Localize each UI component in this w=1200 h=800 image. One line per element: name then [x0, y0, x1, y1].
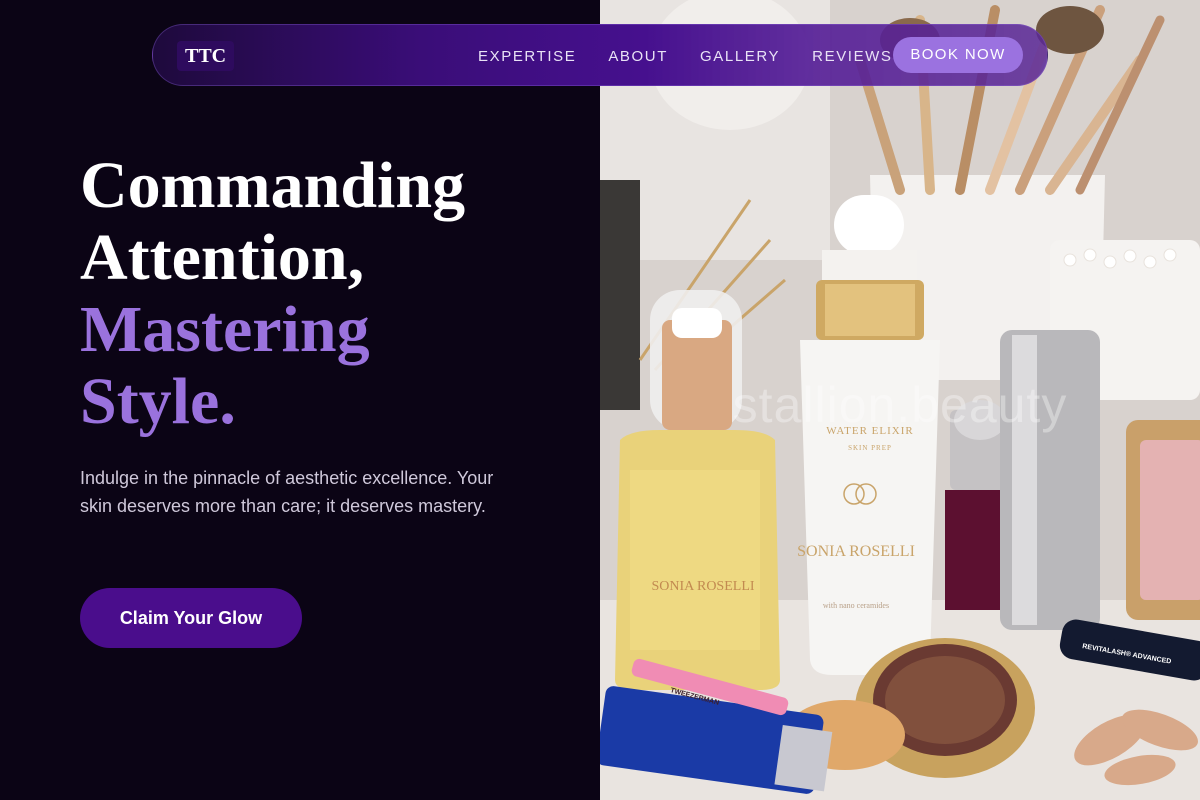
nav-link-expertise[interactable]: EXPERTISE: [478, 48, 576, 65]
headline-line-1: Commanding: [80, 149, 466, 222]
nav-link-gallery[interactable]: GALLERY: [700, 48, 780, 65]
book-now-button[interactable]: BOOK NOW: [893, 37, 1023, 73]
brand-logo[interactable]: TTC: [177, 41, 235, 71]
serum-sub-label: SKIN PREP: [848, 444, 892, 452]
nav-links: EXPERTISE ABOUT GALLERY REVIEWS: [478, 25, 925, 87]
serum-note-label: with nano ceramides: [823, 601, 889, 610]
nav-link-about[interactable]: ABOUT: [608, 48, 668, 65]
headline-accent-line-2: Style.: [80, 365, 236, 438]
serum-brand-label: SONIA ROSELLI: [797, 543, 915, 560]
oil-brand-label: SONIA ROSELLI: [651, 579, 754, 594]
headline-accent-line-1: Mastering: [80, 293, 370, 366]
headline-line-2: Attention,: [80, 221, 365, 294]
photo-watermark: stallion.beauty: [732, 377, 1068, 433]
hero-product-photo: WATER ELIXIR SKIN PREP SONIA ROSELLI wit…: [600, 0, 1200, 800]
hero-subtext: Indulge in the pinnacle of aesthetic exc…: [80, 468, 494, 516]
hero-headline: Commanding Attention, Mastering Style.: [80, 150, 580, 438]
claim-your-glow-button[interactable]: Claim Your Glow: [80, 588, 302, 648]
top-navigation: TTC EXPERTISE ABOUT GALLERY REVIEWS BOOK…: [152, 24, 1048, 86]
nav-link-reviews[interactable]: REVIEWS: [812, 48, 892, 65]
